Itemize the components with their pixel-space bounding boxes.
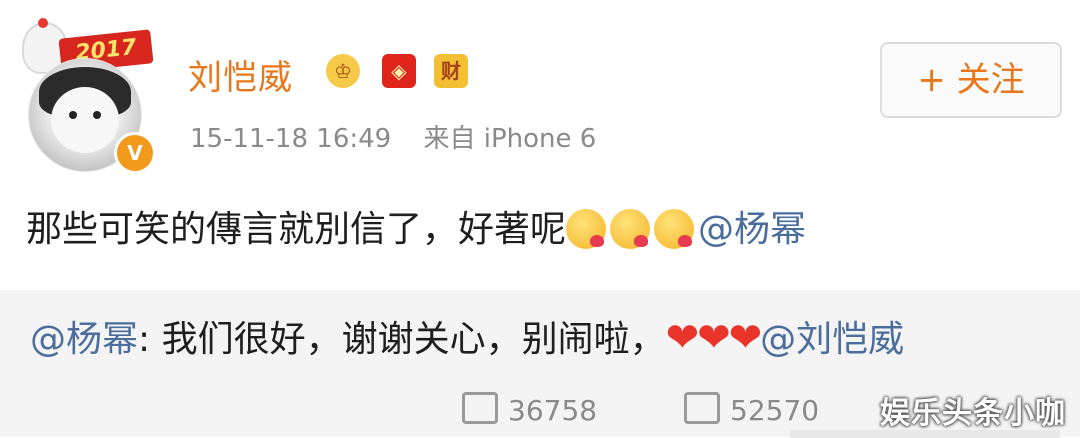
repost-text: @杨幂: 我们很好，谢谢关心，别闹啦，❤❤❤@刘恺威 xyxy=(30,310,904,362)
post-content-text: 那些可笑的傳言就別信了，好著呢 xyxy=(26,209,567,250)
share-action[interactable]: 36758 xyxy=(462,392,597,427)
post-content: 那些可笑的傳言就別信了，好著呢 @杨幂 xyxy=(26,200,806,252)
avatar-eye-left xyxy=(69,111,77,119)
kiss-emoji-icon xyxy=(654,209,695,249)
watermark: 娱乐头条小咖 xyxy=(880,396,1066,431)
post-meta: 15-11-18 16:49 来自 iPhone 6 xyxy=(190,118,620,155)
comment-icon xyxy=(684,392,720,424)
username[interactable]: 刘恺威 xyxy=(188,50,293,99)
post-timestamp[interactable]: 15-11-18 16:49 xyxy=(190,124,391,154)
repost-body: : 我们很好，谢谢关心，别闹啦， xyxy=(138,319,666,360)
share-icon xyxy=(462,392,498,424)
comment-action[interactable]: 52570 xyxy=(684,392,819,427)
heart-emoji-icon: ❤❤❤ xyxy=(665,315,763,361)
mention-link[interactable]: @杨幂 xyxy=(698,209,806,250)
avatar-container[interactable]: 2017 V xyxy=(22,18,156,174)
comment-count: 52570 xyxy=(730,394,820,427)
kiss-emoji-icon xyxy=(610,209,651,249)
avatar-eye-right xyxy=(93,111,101,119)
post-source: 来自 iPhone 6 xyxy=(423,124,597,154)
follow-button[interactable]: + 关注 xyxy=(880,42,1062,118)
repost-author-link[interactable]: @杨幂 xyxy=(30,319,138,360)
crown-badge-icon[interactable]: ♔ xyxy=(326,54,360,88)
cai-badge-icon[interactable]: 财 xyxy=(434,54,468,88)
avatar-face xyxy=(51,87,119,153)
kiss-emoji-icon xyxy=(566,209,607,249)
share-count: 36758 xyxy=(508,394,598,427)
repost-mention-link[interactable]: @刘恺威 xyxy=(760,319,904,360)
weibo-post: 2017 V 刘恺威 ♔ ◈ 财 15-11-18 16:49 来自 iPhon… xyxy=(0,0,1080,270)
red-envelope-badge-icon[interactable]: ◈ xyxy=(382,54,416,88)
verified-icon: V xyxy=(114,132,156,174)
